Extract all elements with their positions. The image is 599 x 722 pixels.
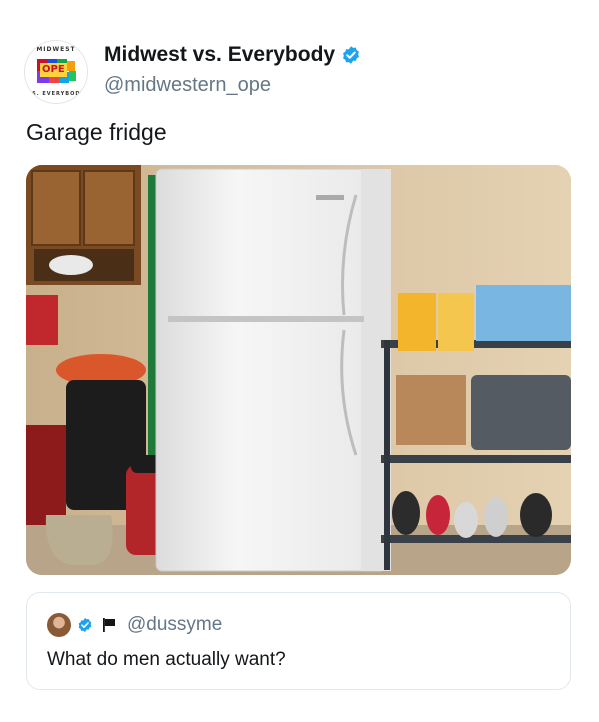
- name-row: Midwest vs. Everybody: [104, 42, 361, 68]
- quoted-avatar[interactable]: [47, 613, 71, 637]
- garage-fridge-image: [26, 165, 571, 575]
- display-name[interactable]: Midwest vs. Everybody: [104, 43, 335, 67]
- quoted-handle[interactable]: @dussyme: [127, 614, 222, 636]
- tweet-text: Garage fridge: [26, 119, 167, 145]
- verified-badge-icon: [343, 46, 360, 64]
- quoted-tweet[interactable]: @dussyme What do men actually want?: [26, 592, 571, 690]
- avatar-top-text: MIDWEST: [36, 46, 76, 53]
- account-handle[interactable]: @midwestern_ope: [104, 74, 271, 97]
- flag-icon: [103, 618, 115, 632]
- account-avatar[interactable]: MIDWEST OPE VS. EVERYBODY: [24, 40, 88, 104]
- quoted-tweet-text: What do men actually want?: [47, 649, 286, 670]
- quoted-tweet-header: @dussyme: [47, 613, 222, 637]
- tweet-header: MIDWEST OPE VS. EVERYBODY Midwest vs. Ev…: [24, 38, 584, 104]
- tweet-photo[interactable]: [26, 165, 571, 575]
- avatar-bottom-text: VS. EVERYBODY: [27, 91, 85, 97]
- avatar-center-text: OPE: [40, 63, 67, 77]
- verified-badge-icon: [78, 618, 92, 632]
